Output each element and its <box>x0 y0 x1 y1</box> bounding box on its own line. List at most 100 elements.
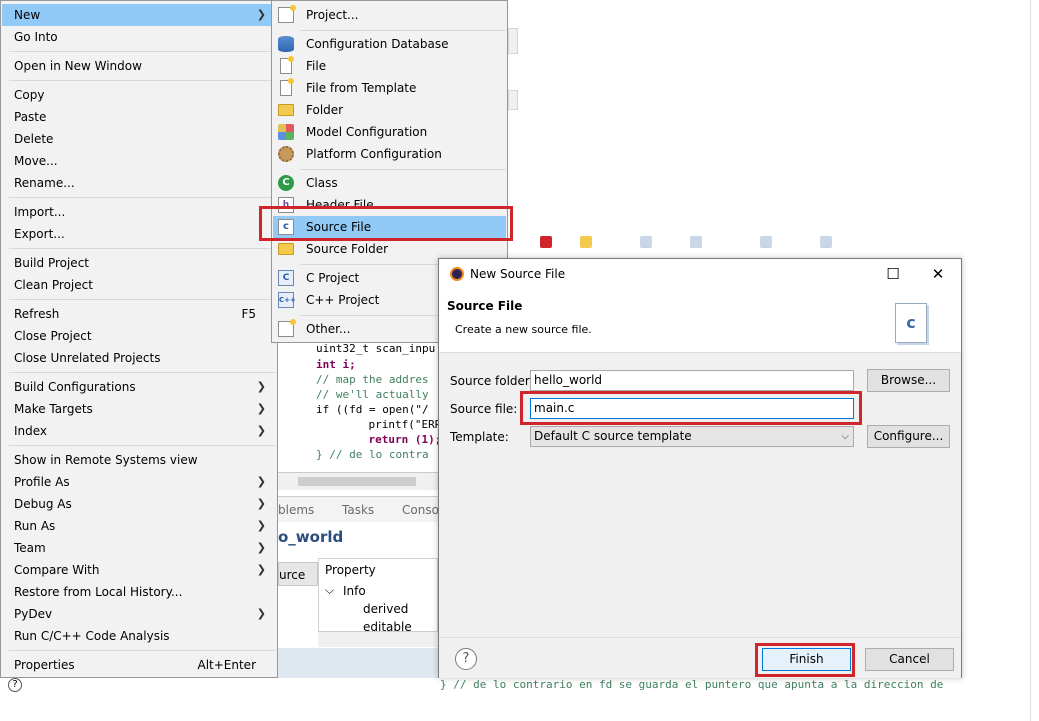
menu-item-copy[interactable]: Copy <box>2 84 276 106</box>
tab-console[interactable]: Conso <box>402 503 439 517</box>
chevron-right-icon: ❯ <box>256 402 266 415</box>
chevron-down-icon: ⌵ <box>841 431 849 442</box>
code-editor[interactable]: uint32_t scan_inpu int i; // map the add… <box>278 338 438 472</box>
menu-separator <box>9 372 275 373</box>
menu-item-properties[interactable]: Properties Alt+Enter <box>2 654 276 676</box>
menu-item-show-remote[interactable]: Show in Remote Systems view <box>2 449 276 471</box>
menu-item-make-targets[interactable]: Make Targets ❯ <box>2 398 276 420</box>
code-line: if ((fd = open("/ <box>316 403 429 416</box>
help-icon[interactable]: ? <box>455 648 477 670</box>
bottom-help-area: ? <box>0 678 278 692</box>
cancel-button[interactable]: Cancel <box>865 648 954 671</box>
properties-horizontal-scrollbar[interactable] <box>318 631 438 647</box>
file-icon <box>280 56 294 74</box>
chevron-down-icon[interactable]: ⌵ <box>325 583 334 598</box>
properties-source-column: urce <box>278 562 318 586</box>
dialog-header: Source File Create a new source file. c <box>439 289 961 353</box>
cpp-project-icon: C++ <box>278 292 296 308</box>
maximize-icon[interactable]: ☐ <box>879 263 907 285</box>
browse-button[interactable]: Browse... <box>867 369 950 392</box>
toolbar-icon <box>690 236 702 248</box>
dialog-header-title: Source File <box>447 299 523 313</box>
menu-item-go-into[interactable]: Go Into <box>2 26 276 48</box>
menu-item-paste[interactable]: Paste <box>2 106 276 128</box>
menu-item-compare-with[interactable]: Compare With ❯ <box>2 559 276 581</box>
menu-item-clean-project[interactable]: Clean Project <box>2 274 276 296</box>
code-line: uint32_t scan_inpu <box>316 342 436 355</box>
menu-item-move[interactable]: Move... <box>2 150 276 172</box>
menu-item-restore-history[interactable]: Restore from Local History... <box>2 581 276 603</box>
property-row: derived <box>363 602 409 616</box>
menu-item-index[interactable]: Index ❯ <box>2 420 276 442</box>
submenu-item-project[interactable]: Project... <box>273 4 506 26</box>
dialog-header-description: Create a new source file. <box>455 323 592 336</box>
menu-item-team[interactable]: Team ❯ <box>2 537 276 559</box>
code-line: printf("ERROR <box>368 418 438 431</box>
menu-item-pydev[interactable]: PyDev ❯ <box>2 603 276 625</box>
submenu-item-class[interactable]: C Class <box>273 172 506 194</box>
tab-tasks[interactable]: Tasks <box>342 503 374 517</box>
menu-item-delete[interactable]: Delete <box>2 128 276 150</box>
menu-item-build-configurations[interactable]: Build Configurations ❯ <box>2 376 276 398</box>
template-value: Default C source template <box>534 429 692 443</box>
menu-separator <box>9 248 275 249</box>
template-label: Template: <box>450 430 509 444</box>
help-icon[interactable]: ? <box>8 678 22 692</box>
folder-icon <box>278 104 294 116</box>
submenu-item-source-folder[interactable]: Source Folder <box>273 238 506 260</box>
class-icon: C <box>278 175 294 191</box>
toolbar-icon <box>760 236 772 248</box>
submenu-item-file-template[interactable]: File from Template <box>273 77 506 99</box>
chevron-right-icon: ❯ <box>256 424 266 437</box>
menu-item-rename[interactable]: Rename... <box>2 172 276 194</box>
menu-item-new[interactable]: New ❯ <box>2 4 276 26</box>
open-icon <box>580 236 592 248</box>
column-label: urce <box>279 568 306 582</box>
menu-item-import[interactable]: Import... <box>2 201 276 223</box>
menu-item-export[interactable]: Export... <box>2 223 276 245</box>
menu-separator <box>9 80 275 81</box>
submenu-item-folder[interactable]: Folder <box>273 99 506 121</box>
chevron-right-icon: ❯ <box>256 497 266 510</box>
annotation-highlight-box <box>520 391 862 425</box>
menu-item-code-analysis[interactable]: Run C/C++ Code Analysis <box>2 625 276 647</box>
submenu-item-config-db[interactable]: Configuration Database <box>273 33 506 55</box>
right-edge <box>1030 0 1039 721</box>
dialog-titlebar[interactable]: New Source File ☐ ✕ <box>439 259 961 289</box>
menu-item-close-project[interactable]: Close Project <box>2 325 276 347</box>
finish-button[interactable]: Finish <box>762 648 851 671</box>
chevron-right-icon: ❯ <box>256 541 266 554</box>
view-tabs-bar: blems Tasks Conso <box>278 496 439 522</box>
properties-table: Property ⌵ Info derived editable <box>318 558 438 634</box>
submenu-item-platform-config[interactable]: Platform Configuration <box>273 143 506 165</box>
chevron-right-icon: ❯ <box>256 519 266 532</box>
close-icon[interactable]: ✕ <box>924 263 952 285</box>
editor-horizontal-scrollbar[interactable] <box>278 472 438 490</box>
submenu-item-file[interactable]: File <box>273 55 506 77</box>
model-config-icon <box>278 124 294 140</box>
menu-separator <box>9 197 275 198</box>
menu-item-close-unrelated[interactable]: Close Unrelated Projects <box>2 347 276 369</box>
ide-fragment <box>508 28 518 54</box>
template-select[interactable]: Default C source template ⌵ <box>530 426 854 447</box>
shortcut-label: Alt+Enter <box>197 658 256 672</box>
annotation-highlight-box <box>259 206 513 241</box>
menu-item-debug-as[interactable]: Debug As ❯ <box>2 493 276 515</box>
properties-title: o_world <box>278 528 344 546</box>
menu-separator <box>300 30 506 31</box>
submenu-item-model-config[interactable]: Model Configuration <box>273 121 506 143</box>
c-project-icon: C <box>278 270 294 286</box>
menu-item-run-as[interactable]: Run As ❯ <box>2 515 276 537</box>
menu-item-build-project[interactable]: Build Project <box>2 252 276 274</box>
scroll-thumb[interactable] <box>298 477 416 486</box>
tab-problems[interactable]: blems <box>278 503 314 517</box>
source-folder-input[interactable]: hello_world <box>530 370 854 391</box>
menu-separator <box>9 650 275 651</box>
menu-item-open-new-window[interactable]: Open in New Window <box>2 55 276 77</box>
chevron-right-icon: ❯ <box>256 475 266 488</box>
configure-button[interactable]: Configure... <box>867 425 950 448</box>
menu-item-profile-as[interactable]: Profile As ❯ <box>2 471 276 493</box>
source-folder-label: Source folder: <box>450 374 534 388</box>
menu-item-refresh[interactable]: Refresh F5 <box>2 303 276 325</box>
property-group: Info <box>343 584 366 598</box>
